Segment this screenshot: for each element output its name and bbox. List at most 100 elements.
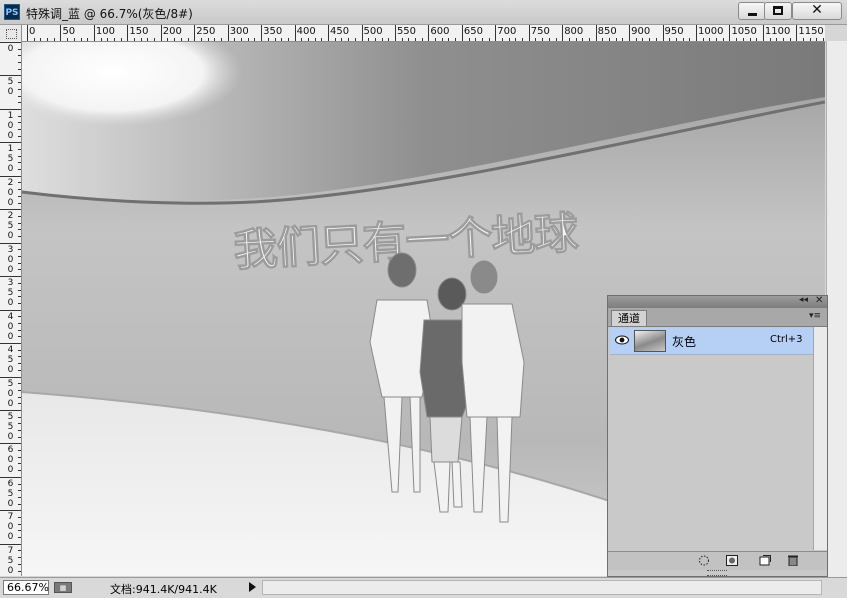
document-vertical-scrollbar[interactable] — [826, 41, 847, 577]
ruler-label: 1050 — [731, 26, 757, 37]
ruler-minor-tick — [669, 38, 671, 41]
ruler-major-tick — [0, 309, 21, 311]
new-channel-icon[interactable] — [759, 555, 771, 566]
channels-panel: ◂◂ ✕ 通道 ▾≡ 灰色 Ctrl+3 — [607, 295, 828, 577]
ruler-minor-tick — [18, 570, 21, 572]
delete-channel-icon[interactable] — [787, 555, 799, 566]
ruler-minor-tick — [722, 38, 724, 41]
ruler-minor-tick — [107, 38, 109, 41]
ruler-minor-tick — [187, 38, 189, 41]
ruler-minor-tick — [80, 38, 82, 41]
ruler-minor-tick — [18, 296, 21, 298]
status-menu-arrow-icon[interactable] — [249, 582, 256, 592]
ruler-label: 100 — [7, 110, 14, 141]
ruler-minor-tick — [18, 316, 21, 318]
panel-close-icon[interactable]: ✕ — [815, 295, 823, 306]
ruler-minor-tick — [622, 38, 624, 41]
ruler-minor-tick — [18, 62, 21, 64]
ruler-label: 750 — [530, 26, 550, 37]
maximize-button[interactable] — [764, 2, 792, 20]
zoom-level-field[interactable]: 66.67% — [3, 580, 49, 595]
channel-row[interactable]: 灰色 Ctrl+3 — [610, 328, 813, 355]
ruler-minor-tick — [18, 369, 21, 371]
tab-channels[interactable]: 通道 — [611, 310, 647, 326]
ruler-minor-tick — [18, 322, 21, 324]
proof-preview-icon[interactable]: ▦ — [54, 582, 72, 593]
ruler-minor-tick — [18, 48, 21, 50]
ruler-major-tick — [762, 25, 764, 41]
ruler-minor-tick — [709, 38, 711, 41]
ruler-minor-tick — [18, 282, 21, 284]
ruler-minor-tick — [455, 38, 457, 41]
ruler-label: 50 — [7, 77, 14, 98]
ruler-label: 350 — [263, 26, 283, 37]
horizontal-ruler[interactable]: 0 50 100 150 200 250 300 350 400 450 500 550 600 650 7… — [22, 25, 825, 42]
save-selection-icon[interactable] — [726, 555, 738, 566]
ruler-minor-tick — [18, 88, 21, 90]
ruler-label: 300 — [7, 244, 14, 275]
ruler-label: 600 — [7, 445, 14, 476]
panel-resize-grip[interactable] — [707, 570, 727, 576]
ruler-minor-tick — [401, 38, 403, 41]
ruler-minor-tick — [180, 38, 182, 41]
ruler-minor-tick — [154, 38, 156, 41]
vertical-ruler[interactable]: 0 50 100 150 200 250 300 350 400 450 500 550 600 650 7… — [0, 41, 22, 576]
ruler-minor-tick — [18, 430, 21, 432]
ruler-major-tick — [60, 25, 62, 41]
panel-footer — [608, 551, 827, 570]
ruler-minor-tick — [18, 336, 21, 338]
ruler-label: 800 — [564, 26, 584, 37]
ruler-label: 850 — [597, 26, 617, 37]
ruler-major-tick — [0, 443, 21, 445]
ruler-minor-tick — [18, 249, 21, 251]
ruler-minor-tick — [789, 38, 791, 41]
minimize-button[interactable] — [738, 2, 766, 20]
ruler-label: 150 — [129, 26, 149, 37]
ruler-major-tick — [0, 175, 21, 177]
minimize-icon — [748, 13, 757, 16]
ruler-minor-tick — [18, 95, 21, 97]
ruler-minor-tick — [508, 38, 510, 41]
ruler-minor-tick — [254, 38, 256, 41]
ruler-minor-tick — [18, 102, 21, 104]
ruler-minor-tick — [18, 182, 21, 184]
ruler-minor-tick — [18, 470, 21, 472]
ruler-major-tick — [528, 25, 530, 41]
ruler-major-tick — [127, 25, 129, 41]
ruler-minor-tick — [776, 38, 778, 41]
ruler-label: 250 — [7, 211, 14, 242]
ruler-minor-tick — [67, 38, 69, 41]
panel-collapse-icon[interactable]: ◂◂ — [799, 295, 808, 305]
ruler-minor-tick — [18, 563, 21, 565]
ruler-minor-tick — [18, 302, 21, 304]
ruler-minor-tick — [140, 38, 142, 41]
ruler-minor-tick — [481, 38, 483, 41]
ruler-minor-tick — [18, 329, 21, 331]
ruler-minor-tick — [354, 38, 356, 41]
panel-menu-icon[interactable]: ▾≡ — [809, 311, 821, 321]
ruler-origin[interactable] — [0, 25, 22, 42]
ruler-label: 500 — [7, 378, 14, 409]
panel-scrollbar[interactable] — [813, 327, 827, 550]
ruler-label: 450 — [7, 345, 14, 376]
ruler-major-tick — [261, 25, 263, 41]
ruler-minor-tick — [548, 38, 550, 41]
visibility-eye-icon[interactable] — [615, 335, 629, 345]
ruler-label: 300 — [229, 26, 249, 37]
ruler-minor-tick — [18, 115, 21, 117]
ruler-minor-tick — [207, 38, 209, 41]
document-horizontal-scrollbar[interactable] — [262, 580, 822, 595]
ruler-minor-tick — [314, 38, 316, 41]
ruler-label: 700 — [497, 26, 517, 37]
load-selection-icon[interactable] — [698, 555, 710, 566]
panel-title-strip[interactable]: ◂◂ ✕ — [608, 295, 827, 308]
ruler-major-tick — [428, 25, 430, 41]
photoshop-app-icon: PS — [4, 4, 20, 20]
ruler-minor-tick — [468, 38, 470, 41]
ruler-minor-tick — [18, 523, 21, 525]
document-title: 特殊调_蓝 @ 66.7%(灰色/8#) — [26, 7, 193, 21]
ruler-minor-tick — [568, 38, 570, 41]
ruler-minor-tick — [18, 135, 21, 137]
ruler-minor-tick — [609, 38, 611, 41]
close-button[interactable]: ✕ — [792, 2, 842, 20]
